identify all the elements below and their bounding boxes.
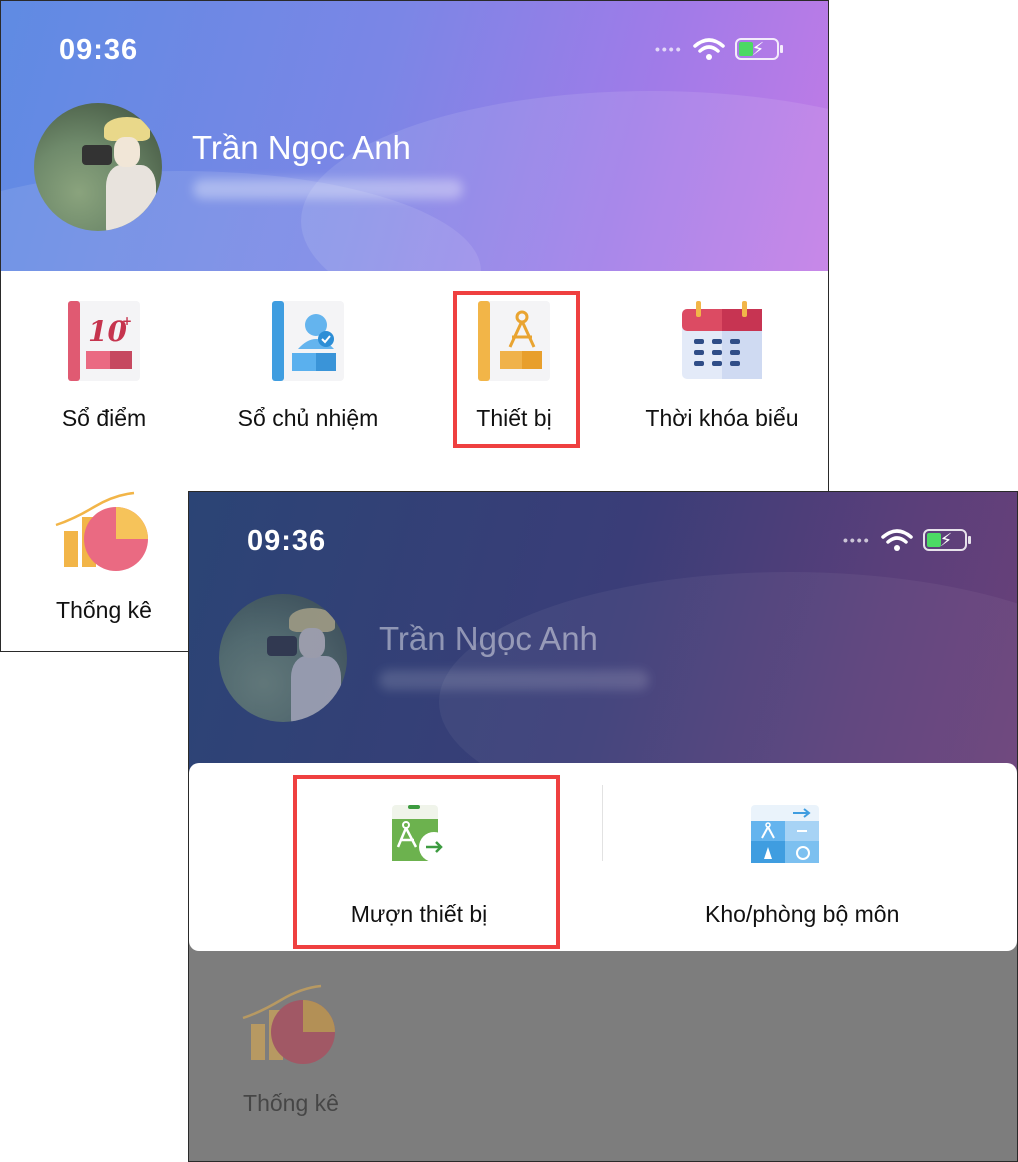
battery-icon: ⚡ — [922, 529, 971, 551]
avatar[interactable] — [34, 103, 162, 231]
gradebook-icon: 10 + — [68, 301, 140, 381]
profile-header: 09:36 •••• ⚡ Trần Ngọc Anh — [1, 1, 828, 271]
profile-subtitle-blurred — [193, 179, 463, 199]
equipment-highlight — [453, 291, 580, 448]
statistics-icon — [242, 984, 335, 1064]
avatar — [219, 594, 347, 722]
menu-homeroom-book[interactable]: Sổ chủ nhiệm — [228, 299, 388, 432]
battery-icon: ⚡ — [734, 38, 783, 60]
storage-room-button[interactable]: Kho/phòng bộ môn — [705, 803, 899, 928]
calendar-icon — [682, 301, 762, 379]
svg-text:+: + — [122, 314, 132, 328]
profile-subtitle-blurred — [379, 670, 649, 690]
profile-name: Trần Ngọc Anh — [379, 620, 598, 657]
wifi-icon — [692, 38, 725, 60]
signal-icon: •••• — [655, 41, 683, 57]
statistics-icon — [55, 491, 148, 571]
menu-gradebook[interactable]: 10 + Sổ điểm — [24, 299, 184, 432]
sheet-divider — [602, 785, 603, 861]
storage-room-icon — [751, 805, 819, 863]
status-icons: •••• ⚡ — [843, 528, 971, 552]
status-time: 09:36 — [59, 34, 139, 66]
signal-icon: •••• — [843, 532, 871, 548]
profile-name: Trần Ngọc Anh — [192, 129, 411, 166]
homeroom-book-icon — [272, 301, 344, 381]
equipment-submenu-screen: 09:36 •••• ⚡ Trần Ngọc Anh Mượn thiết bị… — [188, 491, 1018, 1162]
menu-timetable[interactable]: Thời khóa biểu — [642, 299, 802, 432]
menu-statistics-dimmed: Thống kê — [211, 982, 371, 1117]
borrow-equipment-highlight — [293, 775, 560, 949]
profile-header-dimmed: 09:36 •••• ⚡ Trần Ngọc Anh — [189, 492, 1017, 782]
status-icons: •••• ⚡ — [655, 37, 783, 61]
wifi-icon — [880, 529, 913, 551]
menu-statistics[interactable]: Thống kê — [24, 489, 184, 624]
status-time: 09:36 — [247, 525, 327, 557]
